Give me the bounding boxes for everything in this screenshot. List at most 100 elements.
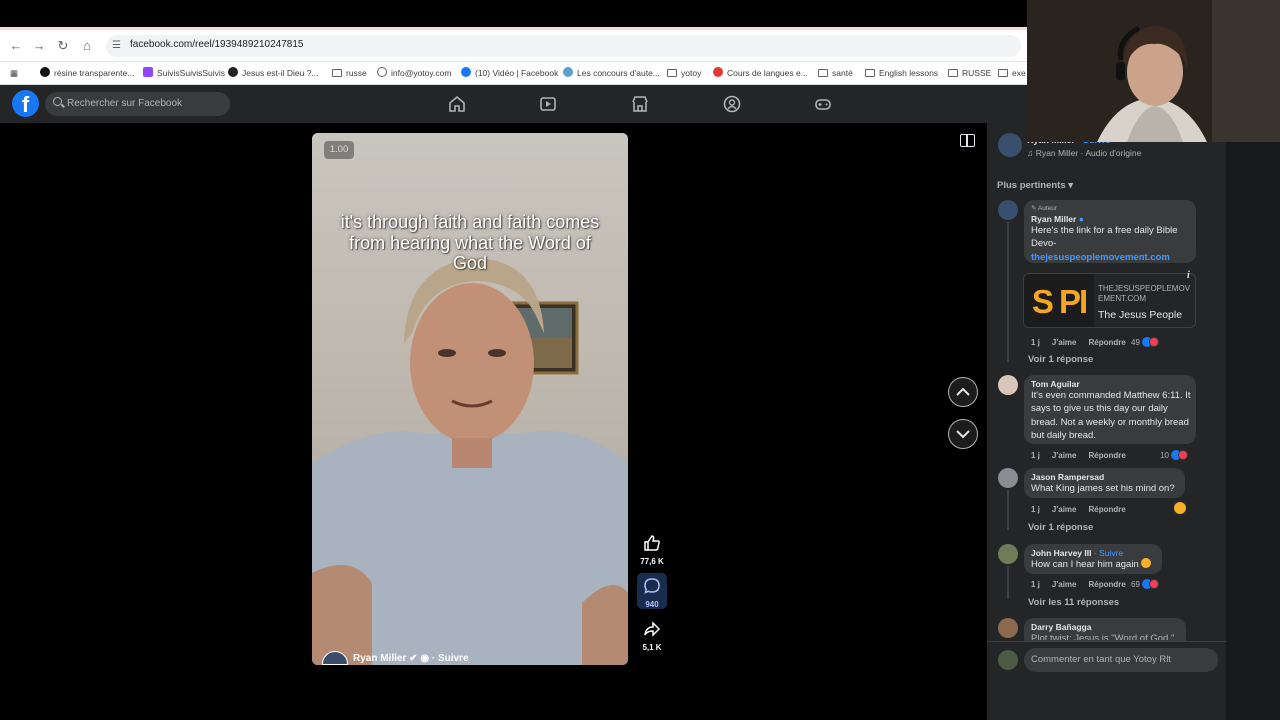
love-reaction-icon	[1148, 337, 1159, 347]
bookmark-item[interactable]: (10) Vidéo | Facebook	[461, 66, 558, 81]
facebook-search-input[interactable]: Rechercher sur Facebook	[45, 92, 230, 116]
bookmark-item[interactable]: Les concours d'aute...	[563, 66, 660, 81]
comment-like-link[interactable]: J'aime	[1052, 338, 1077, 347]
comment-reply-link[interactable]: Répondre	[1089, 505, 1126, 514]
author-name[interactable]: Ryan Miller	[353, 653, 406, 664]
comment-text: Here's the link for a free daily Bible D…	[1031, 225, 1178, 250]
info-icon[interactable]: i	[1187, 270, 1190, 281]
bookmark-item[interactable]: info@yotoy.com	[377, 66, 451, 81]
like-action[interactable]: 77,6 K	[638, 534, 666, 566]
comment-actions: 1 j J'aime Répondre	[1031, 505, 1138, 514]
commenter-avatar[interactable]	[998, 468, 1018, 488]
bookmark-item[interactable]: Jesus est-il Dieu ?...	[228, 66, 319, 81]
bookmark-folder[interactable]: RUSSE	[948, 66, 991, 81]
share-action[interactable]: 5,1 K	[638, 620, 666, 652]
comment-time: 1 j	[1031, 338, 1040, 347]
thread-line	[1007, 490, 1009, 530]
comment-link[interactable]: thejesuspeoplemovement.com	[1031, 251, 1170, 264]
thread-line	[1007, 222, 1009, 362]
folder-icon	[998, 69, 1008, 77]
bookmark-folder[interactable]: russe	[332, 66, 367, 81]
view-replies-link[interactable]: Voir 1 réponse	[1028, 522, 1093, 533]
apps-icon[interactable]: ▦	[10, 66, 18, 81]
comment-input[interactable]: Commenter en tant que Yotoy Rlt	[1024, 648, 1218, 672]
collapse-panel-icon[interactable]	[960, 134, 975, 147]
comment-action-content[interactable]: 940	[638, 577, 666, 609]
tab-strip	[0, 0, 1027, 30]
bookmark-item[interactable]: SuivisSuivisSuivis	[143, 66, 225, 81]
home-icon[interactable]: ⌂	[79, 38, 95, 54]
bookmark-folder[interactable]: exe	[998, 66, 1026, 81]
folder-icon	[948, 69, 958, 77]
previous-reel-button[interactable]	[948, 377, 978, 407]
comment-count: 940	[645, 600, 659, 609]
commenter-name[interactable]: Tom Aguilar	[1031, 379, 1080, 389]
url-field[interactable]: ☰ facebook.com/reel/1939489210247815	[106, 35, 1021, 57]
twitch-icon	[143, 67, 153, 77]
home-icon[interactable]	[448, 95, 466, 113]
sort-dropdown[interactable]: Plus pertinents ▾	[997, 180, 1073, 191]
commenter-name[interactable]: Jason Rampersad	[1031, 472, 1104, 482]
groups-icon[interactable]	[723, 95, 741, 113]
search-placeholder: Rechercher sur Facebook	[67, 98, 183, 109]
preview-logo: S PI	[1024, 274, 1094, 327]
view-replies-link[interactable]: Voir 1 réponse	[1028, 354, 1093, 365]
folder-icon	[667, 69, 677, 77]
comment-like-link[interactable]: J'aime	[1052, 580, 1077, 589]
comment-reply-link[interactable]: Répondre	[1089, 580, 1126, 589]
reload-icon[interactable]: ↻	[55, 38, 71, 54]
site-info-icon[interactable]: ☰	[112, 39, 126, 53]
commenter-avatar[interactable]	[998, 375, 1018, 395]
bookmark-item[interactable]: résine transparente...	[40, 66, 134, 81]
follow-link[interactable]: Suivre	[1099, 548, 1123, 558]
comment-reply-link[interactable]: Répondre	[1089, 451, 1126, 460]
back-icon[interactable]: ←	[8, 38, 24, 54]
bookmark-item[interactable]: Cours de langues e...	[713, 66, 808, 81]
commenter-avatar[interactable]	[998, 618, 1018, 638]
comment-like-link[interactable]: J'aime	[1052, 505, 1077, 514]
marketplace-icon[interactable]	[631, 95, 649, 113]
comment-time: 1 j	[1031, 580, 1040, 589]
gaming-icon[interactable]	[814, 95, 832, 113]
bookmark-favicon	[228, 67, 238, 77]
reaction-emoji-icon[interactable]	[1174, 502, 1186, 514]
love-reaction-icon	[1177, 450, 1188, 460]
comment-actions: 1 j J'aime Répondre	[1031, 338, 1138, 347]
next-reel-button[interactable]	[948, 419, 978, 449]
facebook-icon	[461, 67, 471, 77]
link-preview-card[interactable]: S PI THEJESUSPEOPLEMOVEMENT.COM The Jesu…	[1023, 273, 1196, 328]
video-caption: it's through faith and faith comes from …	[340, 212, 600, 273]
playback-speed-badge[interactable]: 1.00	[324, 141, 354, 159]
commenter-name[interactable]: Ryan Miller ●	[1031, 214, 1084, 224]
caret-down-icon: ▾	[1068, 180, 1074, 191]
forward-icon[interactable]: →	[31, 38, 47, 54]
folder-icon	[332, 69, 342, 77]
bookmark-folder[interactable]: yotoy	[667, 66, 701, 81]
header-author-avatar[interactable]	[998, 133, 1022, 157]
audio-line[interactable]: ♫ Ryan Miller · Audio d'origine	[1027, 148, 1141, 158]
facebook-header: f Rechercher sur Facebook	[0, 85, 1027, 123]
commenter-avatar[interactable]	[998, 544, 1018, 564]
comment-time: 1 j	[1031, 451, 1040, 460]
comment-like-link[interactable]: J'aime	[1052, 451, 1077, 460]
webcam-person-image	[1027, 0, 1280, 142]
webcam-overlay	[1027, 0, 1280, 142]
follow-link[interactable]: Suivre	[438, 653, 469, 664]
comment-reactions[interactable]: 10	[1160, 450, 1188, 460]
comment-icon	[644, 578, 660, 594]
facebook-logo-icon[interactable]: f	[12, 90, 39, 117]
comment-reply-link[interactable]: Répondre	[1089, 338, 1126, 347]
commenter-name[interactable]: John Harvey III	[1031, 548, 1091, 558]
globe-icon: ◉	[420, 653, 430, 664]
comment-input-placeholder: Commenter en tant que Yotoy Rlt	[1031, 654, 1171, 665]
commenter-name[interactable]: Darry Bañagga	[1031, 622, 1091, 632]
commenter-avatar[interactable]	[998, 200, 1018, 220]
video-icon[interactable]	[539, 95, 557, 113]
comment-reactions[interactable]: 49	[1131, 337, 1159, 347]
comment-time: 1 j	[1031, 505, 1040, 514]
view-replies-link[interactable]: Voir les 11 réponses	[1028, 597, 1119, 608]
bookmark-folder[interactable]: santé	[818, 66, 853, 81]
bookmark-folder[interactable]: English lessons	[865, 66, 938, 81]
comment-text: It's even commanded Matthew 6:11. It say…	[1031, 390, 1191, 441]
comment-reactions[interactable]: 69	[1131, 579, 1159, 589]
